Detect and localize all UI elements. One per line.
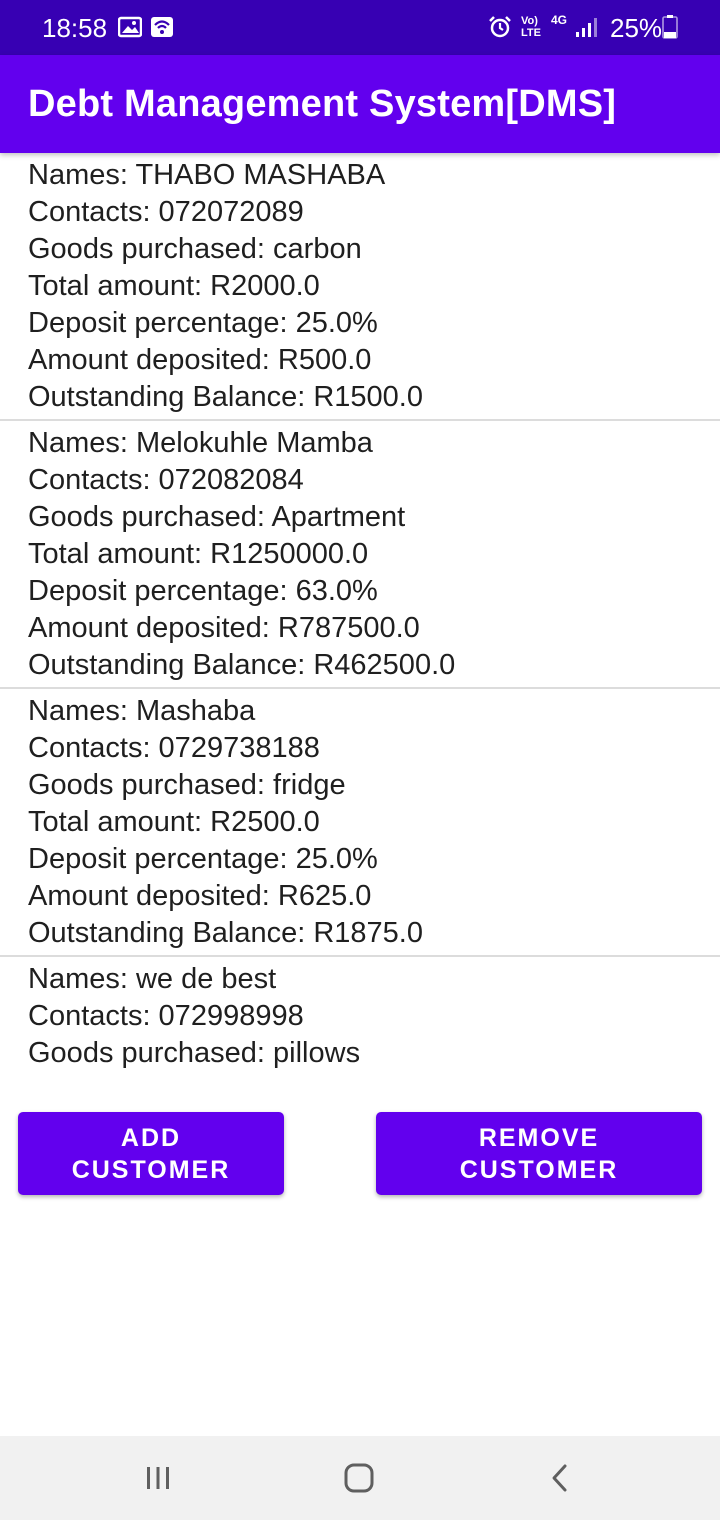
volte-icon: Vo) LTE: [521, 15, 541, 39]
customer-outstanding-balance: Outstanding Balance: R462500.0: [28, 649, 456, 681]
recent-apps-icon: [147, 1467, 169, 1489]
customer-list-item[interactable]: Names: Mashaba Contacts: 0729738188 Good…: [0, 689, 720, 957]
customer-list[interactable]: Names: THABO MASHABA Contacts: 072072089…: [0, 153, 720, 1075]
customer-goods: Goods purchased: pillows: [28, 1037, 361, 1069]
remove-customer-button-label-1: REMOVE: [478, 1123, 600, 1152]
battery-icon: [662, 15, 678, 39]
app-title: Debt Management System[DMS]: [28, 83, 617, 125]
add-customer-button[interactable]: ADD CUSTOMER: [18, 1112, 284, 1195]
customer-total: Total amount: R2500.0: [28, 806, 320, 838]
customer-deposit-percentage: Deposit percentage: 63.0%: [28, 575, 378, 607]
customer-names: Names: Mashaba: [28, 695, 256, 727]
customer-goods: Goods purchased: carbon: [28, 233, 362, 265]
customer-amount-deposited: Amount deposited: R625.0: [28, 880, 372, 912]
signal-icon: [576, 18, 597, 37]
customer-outstanding-balance: Outstanding Balance: R1500.0: [28, 381, 423, 413]
gallery-icon: [118, 16, 142, 38]
battery-percent: 25%: [610, 13, 663, 43]
system-nav-bar: [0, 1436, 720, 1520]
customer-list-item[interactable]: Names: we de best Contacts: 072998998 Go…: [0, 957, 720, 1072]
network-4g-icon: 4G: [551, 13, 568, 27]
status-bar: 18:58 Vo) LTE 4G 25%: [0, 0, 720, 55]
alarm-icon: [489, 16, 511, 38]
customer-goods: Goods purchased: Apartment: [28, 501, 406, 533]
customer-amount-deposited: Amount deposited: R787500.0: [28, 612, 420, 644]
customer-list-item[interactable]: Names: THABO MASHABA Contacts: 072072089…: [0, 153, 720, 421]
customer-amount-deposited: Amount deposited: R500.0: [28, 344, 372, 376]
customer-contacts: Contacts: 0729738188: [28, 732, 320, 764]
status-time: 18:58: [42, 13, 108, 43]
customer-names: Names: Melokuhle Mamba: [28, 427, 373, 459]
customer-outstanding-balance: Outstanding Balance: R1875.0: [28, 917, 423, 949]
customer-contacts: Contacts: 072998998: [28, 1000, 304, 1032]
customer-goods: Goods purchased: fridge: [28, 769, 346, 801]
home-icon: [344, 1463, 374, 1493]
customer-names: Names: THABO MASHABA: [28, 159, 386, 191]
back-icon: [552, 1464, 567, 1492]
customer-contacts: Contacts: 072072089: [28, 196, 304, 228]
customer-deposit-percentage: Deposit percentage: 25.0%: [28, 843, 378, 875]
customer-names: Names: we de best: [28, 963, 277, 995]
customer-list-item[interactable]: Names: Melokuhle Mamba Contacts: 0720820…: [0, 421, 720, 689]
home-button[interactable]: [329, 1458, 389, 1498]
app-bar: Debt Management System[DMS]: [0, 55, 720, 153]
add-customer-button-label-1: ADD: [120, 1123, 182, 1152]
recent-apps-button[interactable]: [128, 1458, 188, 1498]
add-customer-button-label-2: CUSTOMER: [71, 1155, 231, 1184]
customer-total: Total amount: R1250000.0: [28, 538, 369, 570]
customer-total: Total amount: R2000.0: [28, 270, 320, 302]
back-button[interactable]: [530, 1458, 590, 1498]
remove-customer-button-label-2: CUSTOMER: [459, 1155, 619, 1184]
wifi-hotspot-icon: [151, 17, 173, 37]
customer-deposit-percentage: Deposit percentage: 25.0%: [28, 307, 378, 339]
customer-contacts: Contacts: 072082084: [28, 464, 304, 496]
remove-customer-button[interactable]: REMOVE CUSTOMER: [376, 1112, 702, 1195]
